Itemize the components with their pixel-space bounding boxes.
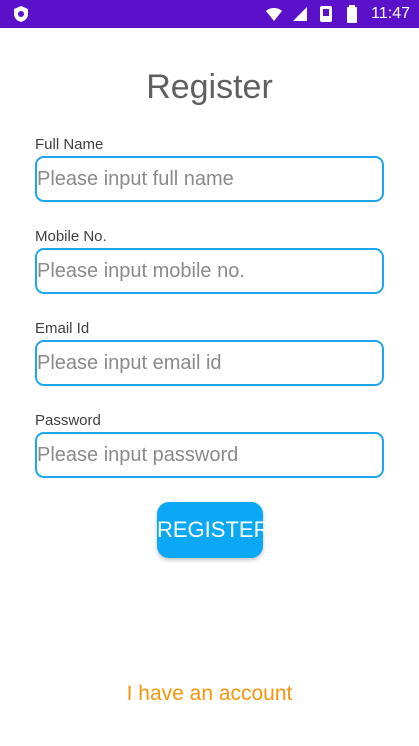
page-title: Register	[146, 68, 273, 106]
email-input[interactable]	[35, 340, 384, 386]
full-name-label: Full Name	[35, 136, 104, 153]
email-label: Email Id	[35, 320, 90, 337]
mobile-label: Mobile No.	[35, 228, 107, 245]
register-button[interactable]: REGISTER	[157, 502, 269, 558]
password-label: Password	[35, 412, 101, 429]
sim-icon	[320, 6, 333, 22]
battery-icon	[347, 5, 358, 23]
wifi-icon	[266, 8, 283, 21]
app-shield-icon	[14, 6, 28, 22]
full-name-input[interactable]	[35, 156, 384, 202]
status-time: 11:47	[371, 5, 410, 22]
have-account-link[interactable]: I have an account	[0, 682, 419, 706]
mobile-input[interactable]	[35, 248, 384, 294]
status-bar: 11:47	[0, 0, 419, 28]
password-input[interactable]	[35, 432, 384, 478]
signal-icon	[293, 7, 308, 21]
